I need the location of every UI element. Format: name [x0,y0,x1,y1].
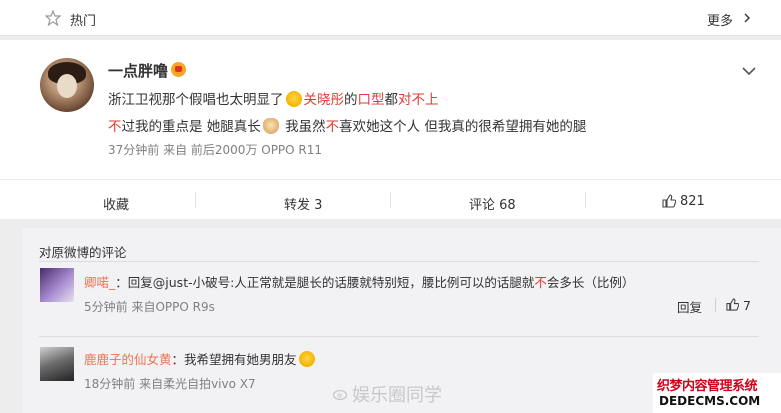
weibo-logo-icon [333,389,348,400]
post-action-bar: 收藏 转发 3 评论 68 821 [0,179,781,219]
hot-label: 热门 [70,14,97,29]
chevron-right-icon[interactable] [742,13,752,23]
post-text-line-2: 不过我的重点是 她腿真长 我虽然不喜欢她这个人 但我真的很希望拥有她的腿 [108,118,587,135]
collect-button[interactable]: 收藏 [103,194,129,213]
hot-topic-bar: 热门 更多 [0,0,781,36]
thumbs-up-icon[interactable] [726,298,739,311]
comments-title: 对原微博的评论 [39,245,127,260]
comment-button[interactable]: 评论 68 [469,194,516,213]
comment-text: 卿喏_：回复@just-小破号:人正常就是腿长的话腰就特别短，腰比例可以的话腿就… [84,275,635,290]
post-username[interactable]: 一点胖噜 [108,60,168,81]
comment-username[interactable]: 卿喏_ [84,275,115,290]
chevron-down-icon[interactable] [742,66,756,76]
pray-emoji-icon [262,118,279,134]
comment-username[interactable]: 鹿鹿子的仙女黄 [84,352,172,367]
reply-button[interactable]: 回复 [677,297,702,316]
post-meta: 37分钟前 来自 前后2000万 OPPO R11 [108,143,323,157]
user-avatar[interactable] [40,58,94,112]
site-logo: 织梦内容管理系统 DEDECMS.COM [653,373,781,413]
comment-avatar[interactable] [40,347,74,381]
star-icon [45,10,61,26]
comment-avatar[interactable] [40,268,74,302]
comment-text: 鹿鹿子的仙女黄：我希望拥有她男朋友 [84,349,317,368]
comment-like-count[interactable]: 7 [743,298,751,313]
crying-emoji-icon [298,351,315,367]
repost-button[interactable]: 转发 3 [284,194,322,213]
comment-meta: 18分钟前 来自柔光自拍vivo X7 [84,377,256,391]
watermark-text: 娱乐圈同学 [352,385,442,406]
comment-meta: 5分钟前 来自OPPO R9s [84,300,215,314]
thumbs-up-icon[interactable] [662,194,676,208]
more-link[interactable]: 更多 [707,10,733,29]
mention-link[interactable]: 关晓彤 [304,92,345,108]
post-text-line-1: 浙江卫视那个假唱也太明显了 关晓彤的口型都对不上 [108,91,439,108]
like-count[interactable]: 821 [680,194,705,209]
crown-badge-icon [171,62,186,77]
laugh-cry-emoji-icon [285,91,302,107]
weibo-post-card: 一点胖噜 浙江卫视那个假唱也太明显了 关晓彤的口型都对不上 不过我的重点是 她腿真… [0,40,781,219]
